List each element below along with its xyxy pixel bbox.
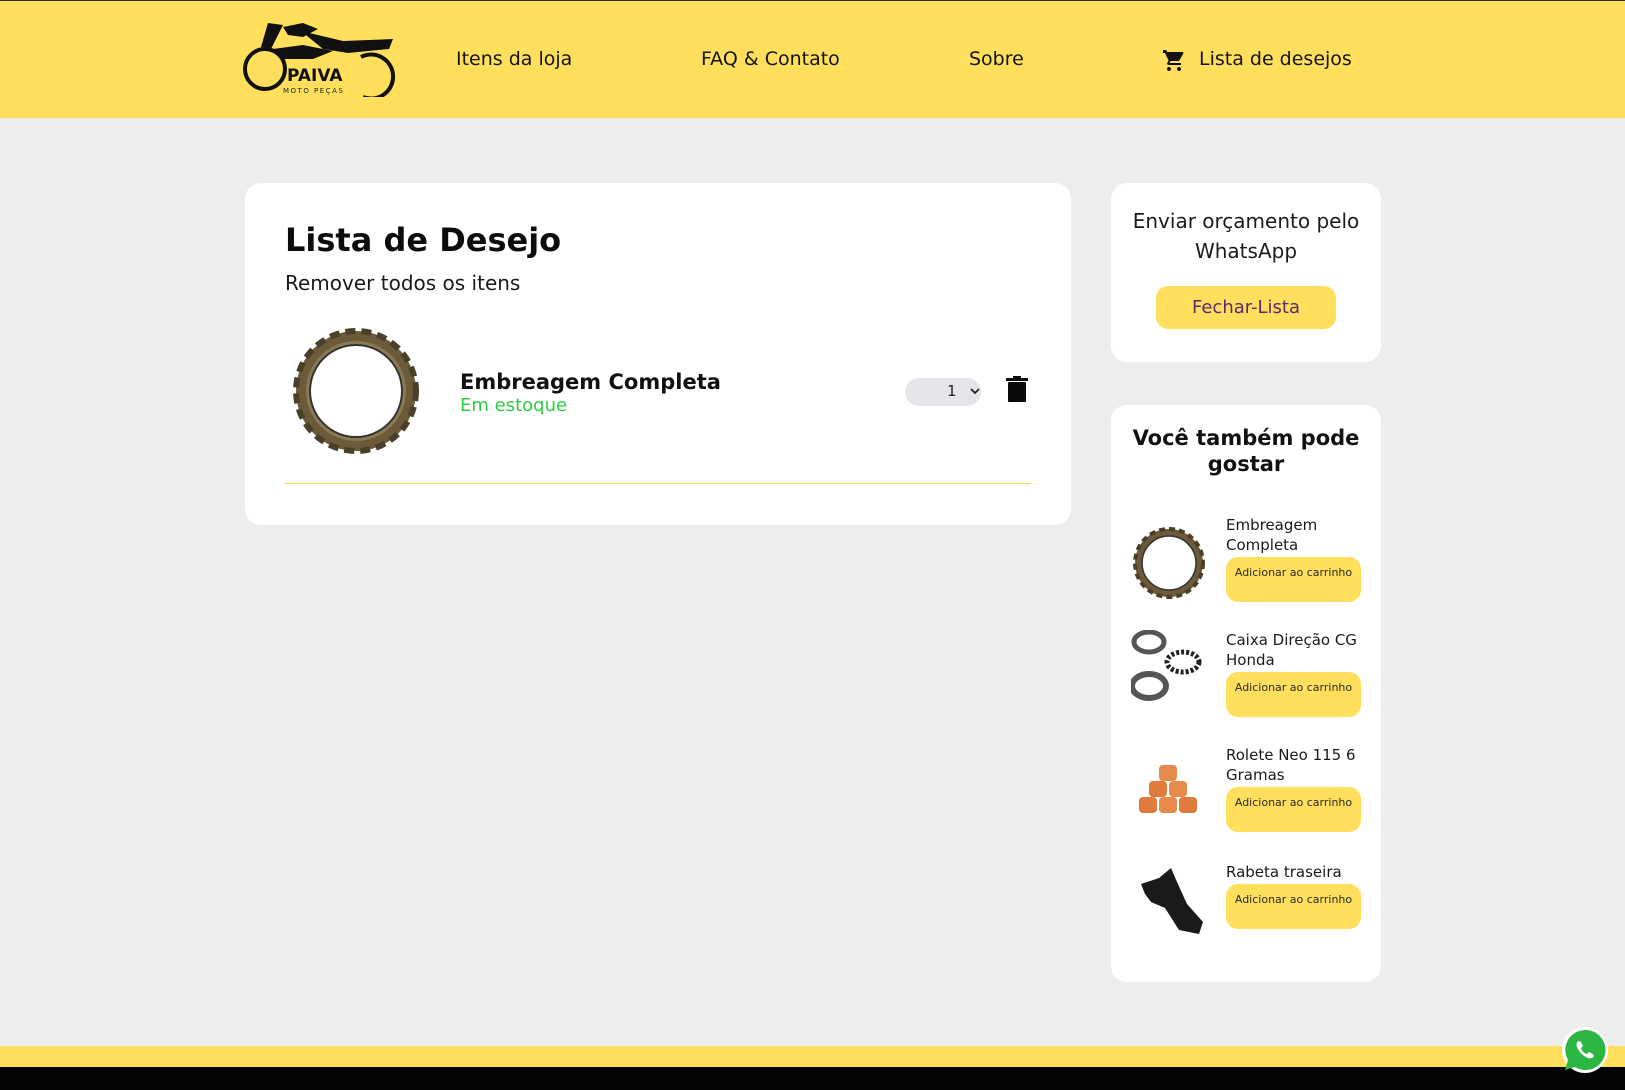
list-item: Rabeta traseira Adicionar ao carrinho (1111, 862, 1381, 972)
rear-fender-image (1141, 868, 1203, 934)
list-item: Rolete Neo 115 6 Gramas Adicionar ao car… (1111, 745, 1381, 855)
nav-store-items[interactable]: Itens da loja (456, 48, 572, 70)
bearing-set-image (1131, 630, 1202, 701)
quantity-value: 1 (947, 382, 957, 400)
suggestions-card: Você também pode gostar Embreagem Comple… (1111, 405, 1381, 982)
nav-faq-contact[interactable]: FAQ & Contato (701, 48, 840, 70)
quantity-select[interactable]: 1 (905, 378, 981, 406)
close-list-button[interactable]: Fechar-Lista (1156, 286, 1336, 329)
whatsapp-quote-card: Enviar orçamento pelo WhatsApp Fechar-Li… (1111, 183, 1381, 362)
clutch-disc-image (1133, 527, 1205, 599)
motorcycle-logo-icon: PAIVA MOTO PEÇAS (243, 23, 396, 101)
add-to-cart-button[interactable]: Adicionar ao carrinho (1226, 884, 1361, 929)
stock-status: Em estoque (460, 395, 568, 416)
remove-all-items-link[interactable]: Remover todos os itens (285, 271, 520, 295)
footer-band (0, 1046, 1625, 1067)
page-title: Lista de Desejo (285, 221, 562, 259)
rollers-image (1139, 765, 1197, 813)
wishlist-item-name[interactable]: Embreagem Completa (460, 370, 721, 394)
suggestion-name[interactable]: Caixa Direção CG Honda (1226, 630, 1366, 670)
suggestion-name[interactable]: Rolete Neo 115 6 Gramas (1226, 745, 1366, 785)
quote-text: Enviar orçamento pelo WhatsApp (1132, 209, 1360, 263)
paiva-logo[interactable]: PAIVA MOTO PEÇAS (243, 19, 397, 101)
site-header: PAIVA MOTO PEÇAS Itens da loja FAQ & Con… (0, 0, 1625, 118)
footer (0, 1067, 1625, 1090)
list-item: Embreagem Completa Adicionar ao carrinho (1111, 515, 1381, 625)
add-to-cart-button[interactable]: Adicionar ao carrinho (1226, 787, 1361, 832)
add-to-cart-button[interactable]: Adicionar ao carrinho (1226, 672, 1361, 717)
suggestions-title: Você também pode gostar (1132, 426, 1360, 476)
item-divider (284, 483, 1031, 484)
trash-icon[interactable] (1005, 376, 1029, 402)
logo-subtitle: MOTO PEÇAS (283, 87, 344, 95)
wishlist-card: Lista de Desejo Remover todos os itens E… (245, 183, 1071, 525)
add-to-cart-button[interactable]: Adicionar ao carrinho (1226, 557, 1361, 602)
list-item: Caixa Direção CG Honda Adicionar ao carr… (1111, 630, 1381, 740)
suggestion-name[interactable]: Embreagem Completa (1226, 515, 1366, 555)
nav-about[interactable]: Sobre (969, 48, 1024, 70)
clutch-disc-image (293, 328, 419, 454)
logo-name: PAIVA (287, 66, 343, 86)
whatsapp-icon[interactable] (1560, 1025, 1610, 1075)
chevron-down-icon (970, 388, 980, 395)
cart-icon[interactable] (1162, 49, 1186, 73)
nav-wishlist[interactable]: Lista de desejos (1199, 48, 1352, 70)
suggestion-name[interactable]: Rabeta traseira (1226, 862, 1366, 882)
